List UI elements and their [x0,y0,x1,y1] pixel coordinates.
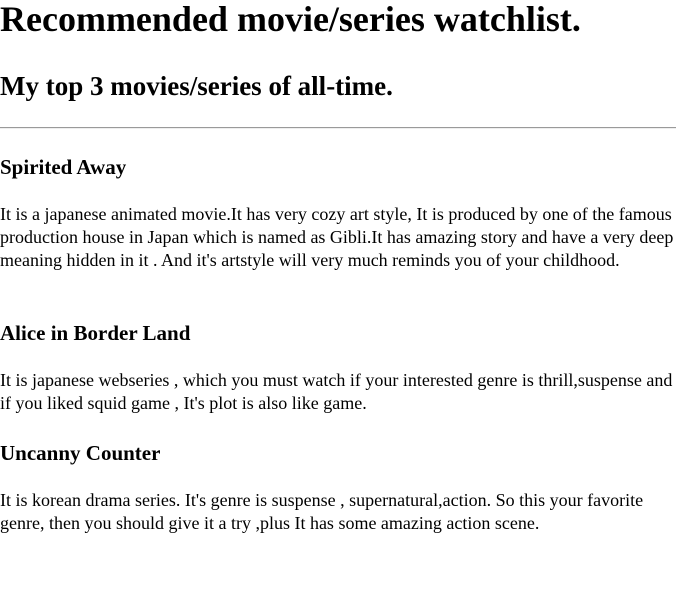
entry-title-uncanny-counter: Uncanny Counter [0,441,161,465]
entry-description-uncanny-counter: It is korean drama series. It's genre is… [0,490,644,533]
entry-title-spirited-away: Spirited Away [0,155,127,179]
page-subtitle: My top 3 movies/series of all-time. [0,71,393,101]
entry-description-spirited-away: It is a japanese animated movie.It has v… [0,204,674,270]
page-title: Recommended movie/series watchlist. [0,0,581,39]
entry-description-alice-in-border-land: It is japanese webseries , which you mus… [0,370,673,413]
entry-title-alice-in-border-land: Alice in Border Land [0,321,191,345]
section-divider [0,127,676,129]
